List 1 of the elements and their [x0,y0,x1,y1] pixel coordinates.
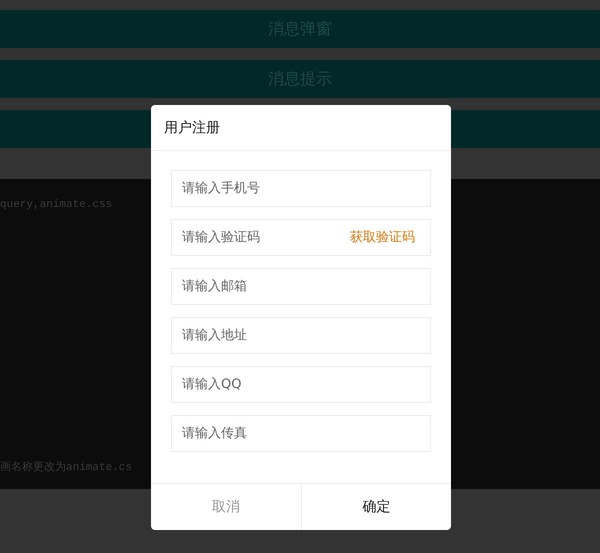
dialog-title: 用户注册 [151,105,451,151]
